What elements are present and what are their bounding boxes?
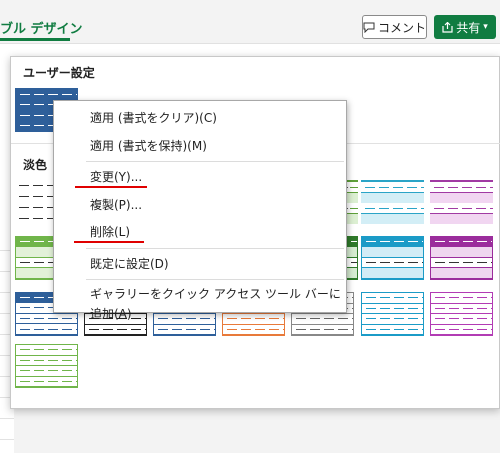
red-underline-delete [74,241,144,243]
menu-separator [86,279,344,280]
active-tab-indicator [0,38,70,41]
tab-table-design[interactable]: ブル デザイン [0,18,83,37]
comment-button[interactable]: コメント [362,15,427,39]
chevron-down-icon: ▾ [483,22,488,32]
menu-delete[interactable]: 削除(L) [90,222,130,242]
comment-icon [363,22,375,33]
style-thumb[interactable] [361,292,424,336]
menu-set-default[interactable]: 既定に設定(D) [90,254,169,274]
style-thumb[interactable] [346,180,358,224]
menu-add-to-qat[interactable]: ギャラリーをクイック アクセス ツール バーに追加(A) [90,284,346,321]
share-button[interactable]: 共有 ▾ [434,15,496,39]
style-thumb[interactable] [15,344,78,388]
menu-apply-clear[interactable]: 適用 (書式をクリア)(C) [90,108,217,128]
comment-label: コメント [378,20,427,35]
style-thumb[interactable] [346,236,358,280]
style-thumb[interactable] [361,236,424,280]
custom-styles-heading: ユーザー設定 [23,66,95,80]
style-thumb[interactable] [430,236,493,280]
light-styles-heading: 淡色 [23,158,48,172]
menu-separator [86,248,344,249]
menu-apply-keep[interactable]: 適用 (書式を保持)(M) [90,136,207,156]
menu-modify[interactable]: 変更(Y)... [90,167,142,187]
context-menu: 適用 (書式をクリア)(C) 適用 (書式を保持)(M) 変更(Y)... 複製… [53,100,347,321]
ribbon: ブル デザイン コメント 共有 ▾ [0,0,500,44]
share-icon [442,21,453,33]
share-label: 共有 [456,20,481,35]
style-thumb[interactable] [430,292,493,336]
style-thumb[interactable] [430,180,493,224]
menu-separator [86,161,344,162]
red-underline-modify [75,186,147,188]
style-thumb[interactable] [361,180,424,224]
menu-duplicate[interactable]: 複製(P)... [90,195,142,215]
